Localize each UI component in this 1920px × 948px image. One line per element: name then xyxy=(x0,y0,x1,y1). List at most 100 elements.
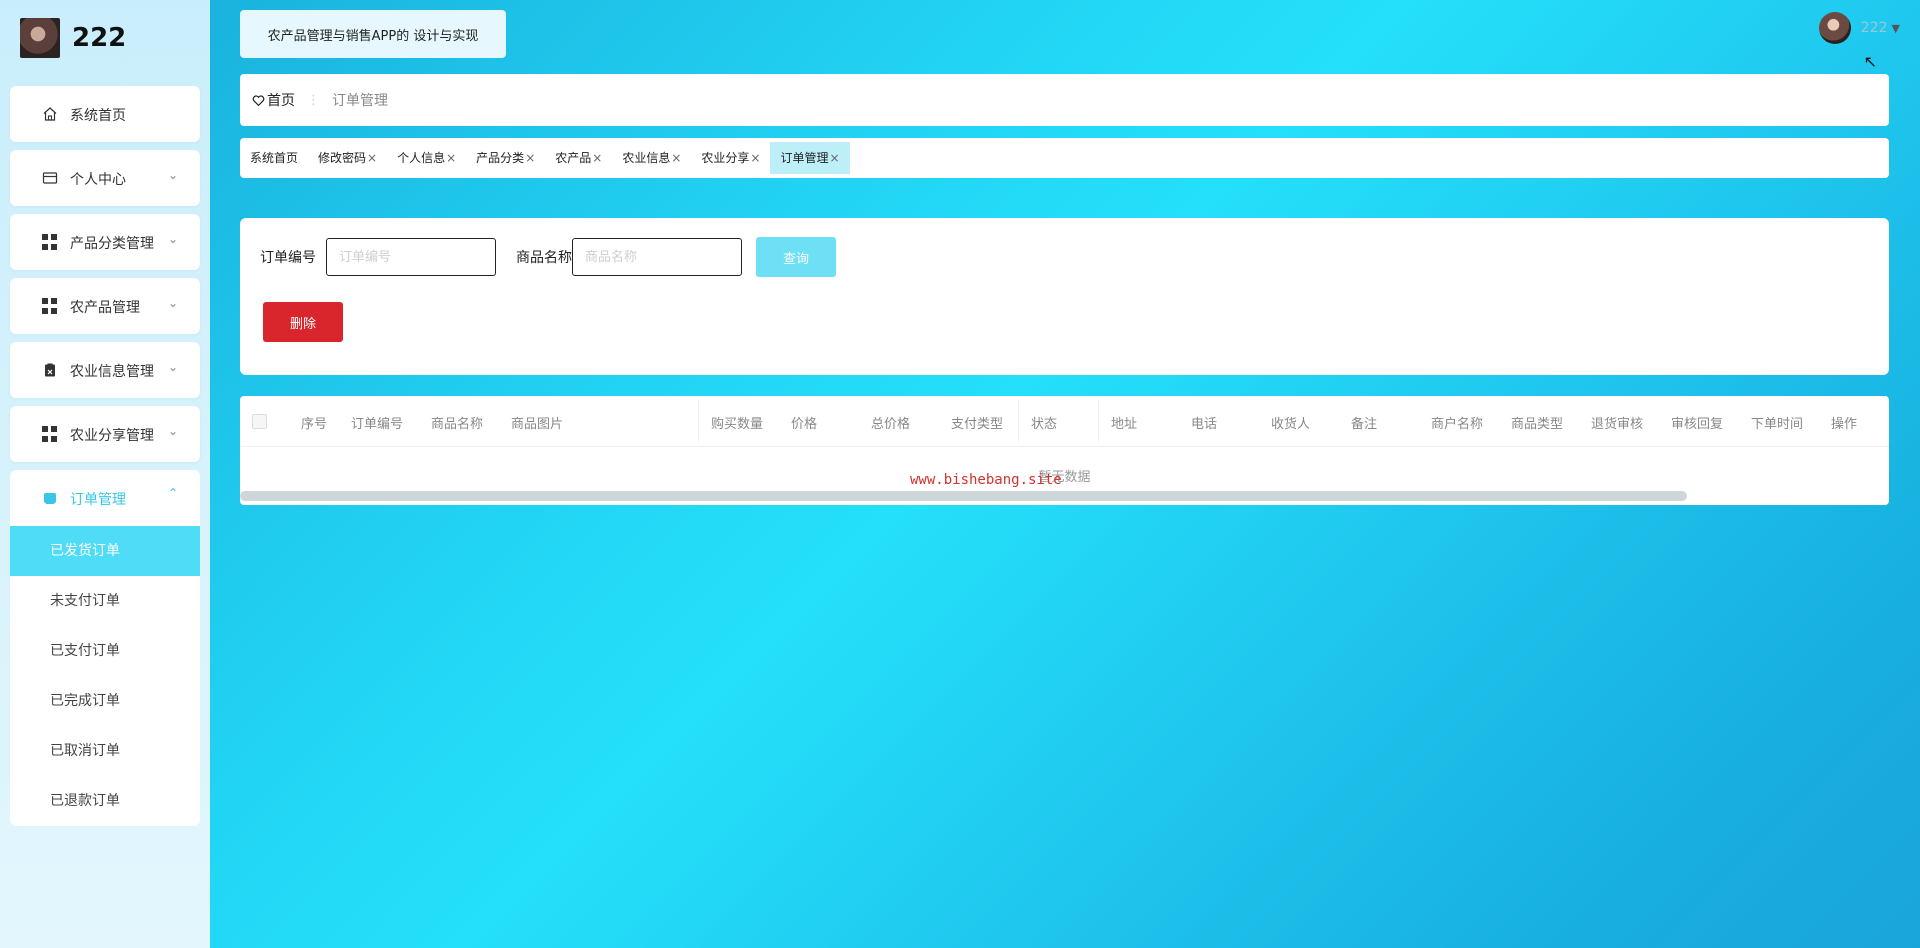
card-icon xyxy=(42,172,58,184)
mouse-cursor-icon: ↖ xyxy=(1863,52,1877,71)
select-all-checkbox[interactable] xyxy=(252,414,267,429)
col-header[interactable]: 序号 xyxy=(301,413,327,432)
brand: 222 xyxy=(20,18,126,58)
col-header[interactable]: 商品图片 xyxy=(511,413,563,432)
chevron-down-icon: ⌄ xyxy=(167,168,178,182)
tab-label: 个人信息 xyxy=(397,151,446,165)
col-header[interactable]: 商品名称 xyxy=(431,413,483,432)
user-avatar[interactable] xyxy=(1818,12,1851,44)
sidebar-item-category[interactable]: 产品分类管理 ⌄ xyxy=(10,214,200,270)
user-name[interactable]: 222 xyxy=(1861,20,1888,36)
col-header[interactable]: 支付类型 xyxy=(951,413,1003,432)
col-header[interactable]: 订单编号 xyxy=(351,413,403,432)
col-header[interactable]: 价格 xyxy=(791,413,817,432)
close-icon[interactable]: × xyxy=(592,151,602,165)
sidebar-item-products[interactable]: 农产品管理 ⌄ xyxy=(10,278,200,334)
tab-agri-share[interactable]: 农业分享× xyxy=(691,142,770,174)
table-header: 序号 订单编号 商品名称 商品图片 购买数量 价格 总价格 支付类型 状态 地址… xyxy=(240,396,1889,447)
sidebar-item-label: 个人中心 xyxy=(70,172,126,188)
col-header[interactable]: 电话 xyxy=(1191,413,1217,432)
sidebar-username: 222 xyxy=(72,23,127,53)
tab-change-password[interactable]: 修改密码× xyxy=(308,142,387,174)
sidebar-subitem-paid[interactable]: 已支付订单 xyxy=(10,626,200,676)
close-icon[interactable]: × xyxy=(525,151,535,165)
sidebar-group-orders: 订单管理 ⌃ 已发货订单 未支付订单 已支付订单 已完成订单 已取消订单 已退款… xyxy=(10,470,200,826)
query-button[interactable]: 查询 xyxy=(756,237,836,277)
close-icon[interactable]: × xyxy=(367,151,377,165)
tab-personal-info[interactable]: 个人信息× xyxy=(387,142,466,174)
tab-bar: 系统首页 修改密码× 个人信息× 产品分类× 农产品× 农业信息× 农业分享× … xyxy=(240,138,1889,178)
col-header[interactable]: 商户名称 xyxy=(1431,413,1483,432)
sidebar-subitem-refunded[interactable]: 已退款订单 xyxy=(10,776,200,826)
tab-orders[interactable]: 订单管理× xyxy=(770,142,850,174)
order-no-input[interactable] xyxy=(326,238,496,276)
sidebar-menu: 系统首页 个人中心 ⌄ 产品分类管理 ⌄ 农产品管理 ⌄ 农业信息管理 ⌄ 农业… xyxy=(10,86,200,826)
sidebar-item-home[interactable]: 系统首页 xyxy=(10,86,200,142)
tab-label: 产品分类 xyxy=(476,151,525,165)
chevron-up-icon: ⌃ xyxy=(167,486,178,500)
col-header[interactable]: 购买数量 xyxy=(711,413,763,432)
chevron-down-icon: ⌄ xyxy=(167,296,178,310)
sidebar-subitem-completed[interactable]: 已完成订单 xyxy=(10,676,200,726)
close-icon[interactable]: × xyxy=(830,151,840,165)
sidebar-item-orders[interactable]: 订单管理 ⌃ xyxy=(10,470,200,526)
col-header[interactable]: 收货人 xyxy=(1271,413,1310,432)
sidebar-subitem-shipped[interactable]: 已发货订单 xyxy=(10,526,200,576)
column-divider xyxy=(698,400,699,442)
delete-button[interactable]: 删除 xyxy=(263,302,343,342)
close-icon[interactable]: × xyxy=(446,151,456,165)
sidebar-item-label: 产品分类管理 xyxy=(70,236,154,252)
order-icon xyxy=(44,493,56,504)
tab-home[interactable]: 系统首页 xyxy=(240,142,308,174)
sidebar-item-agri-share[interactable]: 农业分享管理 ⌄ xyxy=(10,406,200,462)
product-name-label: 商品名称 xyxy=(516,250,572,266)
sidebar-avatar xyxy=(20,18,60,58)
sidebar-item-label: 农业分享管理 xyxy=(70,428,154,444)
tab-agri-info[interactable]: 农业信息× xyxy=(612,142,691,174)
empty-state-text: 暂无数据 xyxy=(1038,470,1091,485)
breadcrumb-separator: ⋮ xyxy=(307,92,320,108)
sidebar-subitem-cancelled[interactable]: 已取消订单 xyxy=(10,726,200,776)
breadcrumb-current: 订单管理 xyxy=(332,93,388,109)
col-header[interactable]: 总价格 xyxy=(871,413,910,432)
clipboard-icon xyxy=(45,363,55,377)
sidebar-item-label: 系统首页 xyxy=(70,108,126,124)
sidebar-item-label: 订单管理 xyxy=(70,492,126,508)
sidebar-item-label: 农产品管理 xyxy=(70,300,140,316)
col-header[interactable]: 下单时间 xyxy=(1751,413,1803,432)
tab-products[interactable]: 农产品× xyxy=(545,142,612,174)
sidebar-item-agri-info[interactable]: 农业信息管理 ⌄ xyxy=(10,342,200,398)
sidebar-item-personal[interactable]: 个人中心 ⌄ xyxy=(10,150,200,206)
caret-down-icon[interactable]: ▼ xyxy=(1892,22,1900,35)
user-menu[interactable]: 222 ▼ xyxy=(1818,12,1900,44)
breadcrumb-home[interactable]: 首页 xyxy=(252,90,295,110)
col-header[interactable]: 退货审核 xyxy=(1591,413,1643,432)
col-header[interactable]: 地址 xyxy=(1111,413,1137,432)
product-name-input[interactable] xyxy=(572,238,742,276)
grid-icon xyxy=(42,234,58,250)
col-header[interactable]: 商品类型 xyxy=(1511,413,1563,432)
breadcrumb: 首页 ⋮ 订单管理 xyxy=(240,74,1889,126)
order-no-label: 订单编号 xyxy=(260,250,316,266)
column-divider xyxy=(1018,400,1019,442)
app-title: 农产品管理与销售APP的 设计与实现 xyxy=(240,10,506,58)
col-header[interactable]: 操作 xyxy=(1831,413,1857,432)
grid-icon xyxy=(42,426,58,442)
sidebar-subitem-unpaid[interactable]: 未支付订单 xyxy=(10,576,200,626)
close-icon[interactable]: × xyxy=(671,151,681,165)
home-icon xyxy=(43,107,57,121)
col-header[interactable]: 备注 xyxy=(1351,413,1377,432)
col-header[interactable]: 状态 xyxy=(1031,413,1057,432)
horizontal-scrollbar[interactable] xyxy=(240,491,1687,501)
tab-label: 农产品 xyxy=(555,151,592,165)
chevron-down-icon: ⌄ xyxy=(167,424,178,438)
breadcrumb-home-label: 首页 xyxy=(267,93,295,109)
tab-product-category[interactable]: 产品分类× xyxy=(466,142,545,174)
tab-label: 农业分享 xyxy=(701,151,750,165)
col-header[interactable]: 审核回复 xyxy=(1671,413,1723,432)
column-divider xyxy=(1098,400,1099,442)
heart-icon xyxy=(252,94,265,106)
sidebar-item-label: 农业信息管理 xyxy=(70,364,154,380)
close-icon[interactable]: × xyxy=(750,151,760,165)
main-content: 农产品管理与销售APP的 设计与实现 222 ▼ ↖ 首页 ⋮ 订单管理 系统首… xyxy=(210,0,1920,948)
